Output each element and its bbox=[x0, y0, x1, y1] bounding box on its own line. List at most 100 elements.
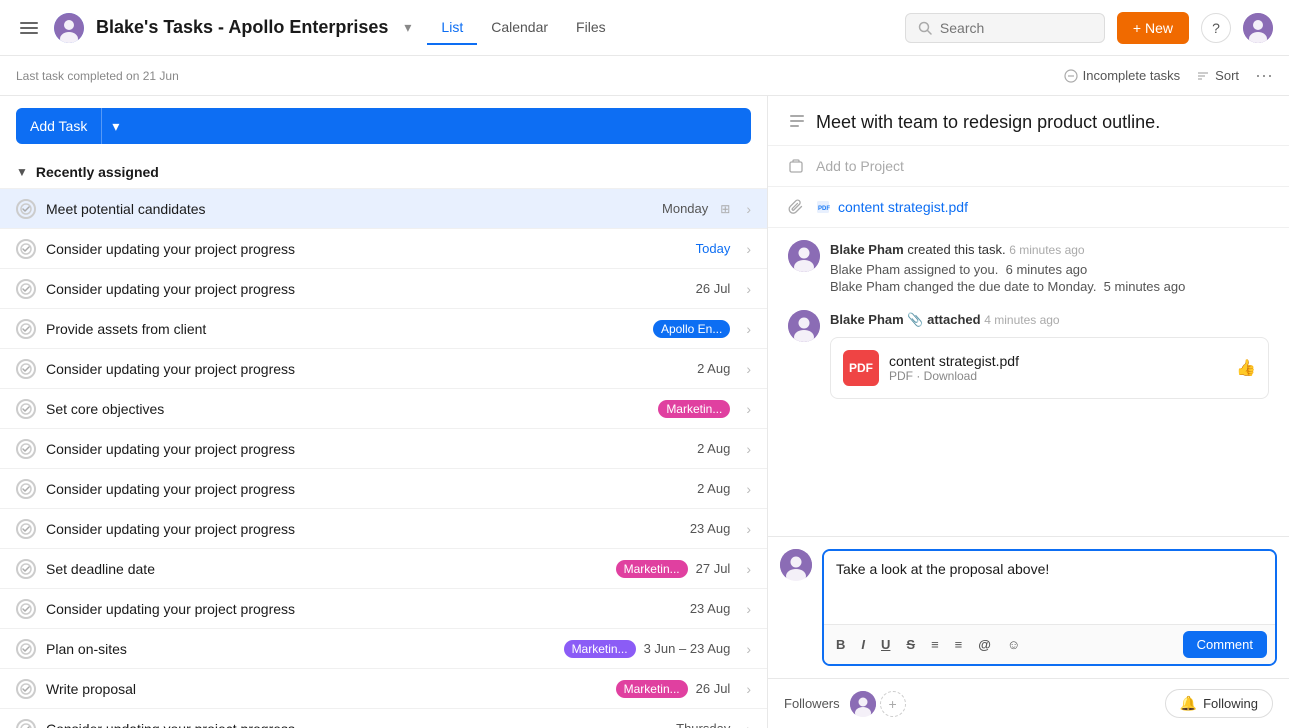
section-recently-assigned[interactable]: ▼ Recently assigned bbox=[0, 156, 767, 188]
task-row[interactable]: Consider updating your project progress … bbox=[0, 428, 767, 468]
sort-button[interactable]: Sort bbox=[1196, 68, 1239, 83]
underline-button[interactable]: U bbox=[877, 635, 894, 654]
comment-box-wrap: Take a look at the proposal above! B I U… bbox=[780, 549, 1277, 666]
project-title: Blake's Tasks - Apollo Enterprises bbox=[96, 17, 388, 38]
comment-submit-button[interactable]: Comment bbox=[1183, 631, 1267, 658]
sort-icon bbox=[1196, 69, 1210, 83]
task-date: 27 Jul bbox=[696, 561, 731, 576]
help-button[interactable]: ? bbox=[1201, 13, 1231, 43]
activity-sub-2: Blake Pham changed the due date to Monda… bbox=[830, 279, 1269, 294]
comment-toolbar: B I U S ≡ ≡ @ ☺ Comment bbox=[824, 624, 1275, 664]
hamburger-menu[interactable] bbox=[16, 18, 42, 38]
user-avatar-small bbox=[54, 13, 84, 43]
task-row[interactable]: Consider updating your project progress … bbox=[0, 508, 767, 548]
like-button[interactable]: 👍 bbox=[1236, 358, 1256, 378]
section-toggle-icon: ▼ bbox=[16, 165, 28, 179]
bell-icon: 🔔 bbox=[1180, 695, 1197, 712]
task-tag: Marketin... bbox=[564, 640, 636, 658]
numbered-list-button[interactable]: ≡ bbox=[951, 635, 967, 654]
right-panel: Meet with team to redesign product outli… bbox=[768, 96, 1289, 728]
activity-text-2: Blake Pham 📎 attached 4 minutes ago bbox=[830, 310, 1269, 330]
task-row[interactable]: Plan on-sites Marketin... 3 Jun – 23 Aug… bbox=[0, 628, 767, 668]
task-check[interactable] bbox=[16, 439, 36, 459]
task-name: Consider updating your project progress bbox=[46, 721, 676, 728]
pdf-name: content strategist.pdf bbox=[889, 353, 1019, 369]
mention-button[interactable]: @ bbox=[974, 635, 995, 654]
pdf-attachment[interactable]: PDF content strategist.pdf bbox=[816, 199, 968, 215]
task-meta: 26 Jul › bbox=[696, 281, 751, 297]
task-name: Set core objectives bbox=[46, 401, 658, 417]
task-check[interactable] bbox=[16, 199, 36, 219]
task-date: 3 Jun – 23 Aug bbox=[644, 641, 731, 656]
task-check[interactable] bbox=[16, 519, 36, 539]
add-task-button[interactable]: Add Task ▾ bbox=[16, 108, 751, 144]
task-name: Consider updating your project progress bbox=[46, 361, 697, 377]
search-bar[interactable] bbox=[905, 13, 1105, 43]
search-input[interactable] bbox=[940, 20, 1070, 36]
task-row[interactable]: Consider updating your project progress … bbox=[0, 268, 767, 308]
project-icon bbox=[788, 158, 804, 174]
more-options-button[interactable]: ··· bbox=[1255, 65, 1273, 86]
add-task-caret[interactable]: ▾ bbox=[102, 110, 129, 143]
task-check[interactable] bbox=[16, 239, 36, 259]
task-check[interactable] bbox=[16, 319, 36, 339]
user-avatar-main[interactable] bbox=[1243, 13, 1273, 43]
task-row[interactable]: Set core objectives Marketin... › bbox=[0, 388, 767, 428]
bullet-list-button[interactable]: ≡ bbox=[927, 635, 943, 654]
tab-list[interactable]: List bbox=[427, 11, 477, 45]
task-row[interactable]: Set deadline date Marketin... 27 Jul › bbox=[0, 548, 767, 588]
task-row[interactable]: Consider updating your project progress … bbox=[0, 588, 767, 628]
follower-avatar bbox=[850, 691, 876, 717]
task-date: 26 Jul bbox=[696, 281, 731, 296]
task-meta: 2 Aug › bbox=[697, 441, 751, 457]
add-follower-button[interactable]: + bbox=[880, 691, 906, 717]
task-row[interactable]: Consider updating your project progress … bbox=[0, 708, 767, 728]
task-row[interactable]: Meet potential candidates Monday ⊞ › bbox=[0, 188, 767, 228]
task-meta: Monday ⊞ › bbox=[662, 201, 751, 217]
activity-content-1: Blake Pham created this task. 6 minutes … bbox=[830, 240, 1269, 294]
task-row[interactable]: Write proposal Marketin... 26 Jul › bbox=[0, 668, 767, 708]
tab-calendar[interactable]: Calendar bbox=[477, 11, 562, 45]
last-completed: Last task completed on 21 Jun bbox=[16, 69, 179, 83]
attachment-icon bbox=[788, 199, 804, 215]
task-tag: Apollo En... bbox=[653, 320, 730, 338]
task-check[interactable] bbox=[16, 719, 36, 728]
task-row[interactable]: Consider updating your project progress … bbox=[0, 348, 767, 388]
task-arrow-icon: › bbox=[746, 721, 751, 728]
tab-files[interactable]: Files bbox=[562, 11, 620, 45]
task-check[interactable] bbox=[16, 559, 36, 579]
bold-button[interactable]: B bbox=[832, 635, 849, 654]
task-name: Plan on-sites bbox=[46, 641, 564, 657]
comment-input[interactable]: Take a look at the proposal above! bbox=[824, 551, 1275, 621]
task-check[interactable] bbox=[16, 599, 36, 619]
activity-avatar-2 bbox=[788, 310, 820, 342]
chevron-down-icon[interactable]: ▾ bbox=[404, 19, 411, 36]
new-button[interactable]: + New bbox=[1117, 12, 1189, 44]
task-check[interactable] bbox=[16, 679, 36, 699]
task-check[interactable] bbox=[16, 479, 36, 499]
task-check[interactable] bbox=[16, 359, 36, 379]
task-arrow-icon: › bbox=[746, 321, 751, 337]
task-meta: 2 Aug › bbox=[697, 481, 751, 497]
task-name: Set deadline date bbox=[46, 561, 616, 577]
filter-button[interactable]: Incomplete tasks bbox=[1064, 68, 1181, 83]
italic-button[interactable]: I bbox=[857, 635, 869, 654]
task-date: 2 Aug bbox=[697, 361, 730, 376]
task-meta: Thursday › bbox=[676, 721, 751, 728]
task-check[interactable] bbox=[16, 639, 36, 659]
task-date: 23 Aug bbox=[690, 601, 731, 616]
top-nav: Blake's Tasks - Apollo Enterprises ▾ Lis… bbox=[0, 0, 1289, 56]
pdf-meta: PDF · Download bbox=[889, 369, 1019, 383]
task-check[interactable] bbox=[16, 279, 36, 299]
strikethrough-button[interactable]: S bbox=[902, 635, 919, 654]
add-to-project[interactable]: Add to Project bbox=[768, 146, 1289, 187]
task-name: Consider updating your project progress bbox=[46, 241, 696, 257]
task-row[interactable]: Consider updating your project progress … bbox=[0, 468, 767, 508]
following-button[interactable]: 🔔 Following bbox=[1165, 689, 1273, 718]
task-row[interactable]: Consider updating your project progress … bbox=[0, 228, 767, 268]
task-row[interactable]: Provide assets from client Apollo En... … bbox=[0, 308, 767, 348]
emoji-button[interactable]: ☺ bbox=[1003, 635, 1024, 654]
task-check[interactable] bbox=[16, 399, 36, 419]
task-date: Thursday bbox=[676, 721, 730, 728]
task-date: 2 Aug bbox=[697, 481, 730, 496]
